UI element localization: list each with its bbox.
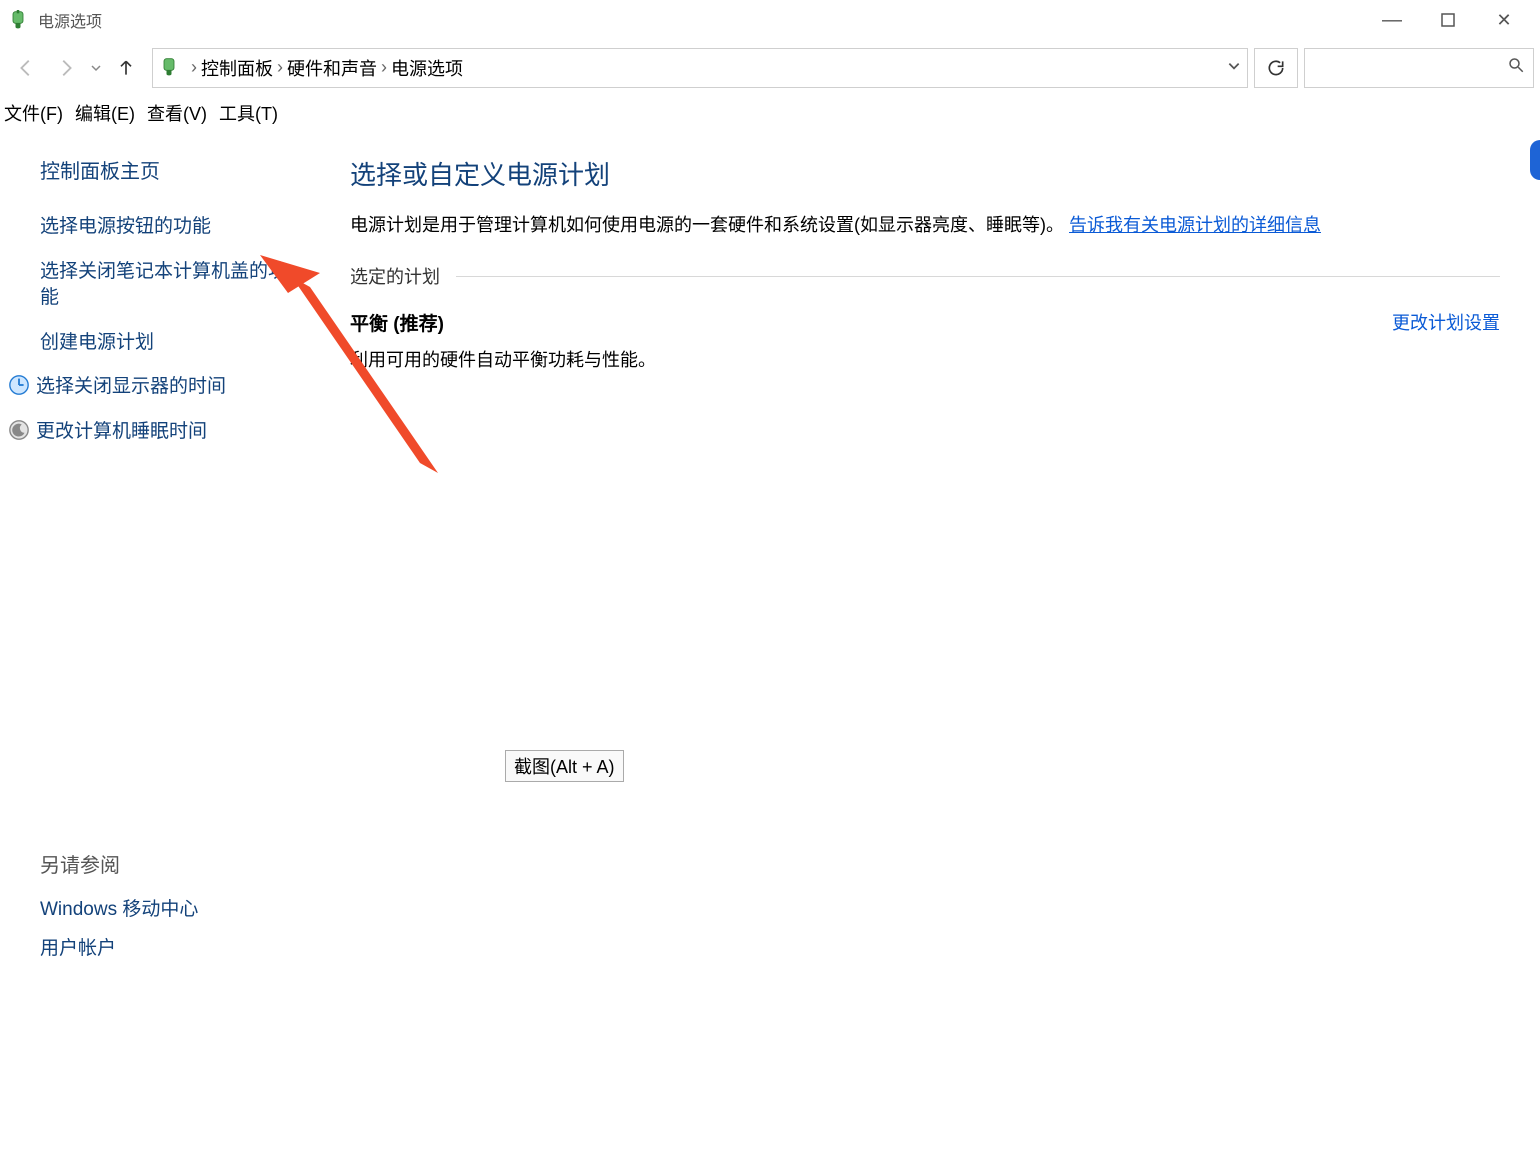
breadcrumb-item[interactable]: 硬件和声音 bbox=[287, 55, 377, 81]
breadcrumb-item[interactable]: 电源选项 bbox=[391, 55, 463, 81]
change-plan-settings-link[interactable]: 更改计划设置 bbox=[1392, 309, 1500, 336]
divider bbox=[456, 276, 1500, 277]
forward-button[interactable] bbox=[46, 48, 86, 88]
section-header: 选定的计划 bbox=[350, 263, 1500, 289]
search-icon bbox=[1507, 56, 1525, 79]
see-also-link-mobility[interactable]: Windows 移动中心 bbox=[40, 894, 198, 921]
page-heading: 选择或自定义电源计划 bbox=[350, 155, 1500, 192]
menu-bar: 文件(F) 编辑(E) 查看(V) 工具(T) bbox=[0, 95, 1540, 131]
desc-text: 电源计划是用于管理计算机如何使用电源的一套硬件和系统设置(如显示器亮度、睡眠等)… bbox=[350, 215, 1064, 235]
minimize-button[interactable]: — bbox=[1364, 0, 1420, 40]
back-button[interactable] bbox=[6, 48, 46, 88]
menu-file[interactable]: 文件(F) bbox=[4, 100, 63, 126]
up-button[interactable] bbox=[106, 48, 146, 88]
window-title: 电源选项 bbox=[38, 8, 102, 32]
section-label: 选定的计划 bbox=[350, 263, 440, 289]
sidebar-link-power-button[interactable]: 选择电源按钮的功能 bbox=[40, 214, 300, 241]
sidebar-link-sleep[interactable]: 更改计算机睡眠时间 bbox=[36, 419, 207, 446]
menu-tools[interactable]: 工具(T) bbox=[219, 100, 278, 126]
see-also-link-accounts[interactable]: 用户帐户 bbox=[40, 933, 198, 960]
desc-link[interactable]: 告诉我有关电源计划的详细信息 bbox=[1069, 215, 1321, 235]
page-description: 电源计划是用于管理计算机如何使用电源的一套硬件和系统设置(如显示器亮度、睡眠等)… bbox=[350, 212, 1500, 239]
title-bar: 电源选项 — ✕ bbox=[0, 0, 1540, 40]
plan-title: 平衡 (推荐) bbox=[350, 309, 444, 336]
chevron-right-icon[interactable]: › bbox=[191, 57, 197, 78]
content-area: 控制面板主页 选择电源按钮的功能 选择关闭笔记本计算机盖的功能 创建电源计划 选… bbox=[0, 135, 1540, 1172]
sidebar-link-create-plan[interactable]: 创建电源计划 bbox=[40, 330, 300, 357]
control-panel-home-link[interactable]: 控制面板主页 bbox=[40, 155, 300, 184]
breadcrumb-item[interactable]: 控制面板 bbox=[201, 55, 273, 81]
history-dropdown[interactable] bbox=[86, 48, 106, 88]
screenshot-tooltip: 截图(Alt + A) bbox=[505, 750, 624, 782]
plan-description: 利用可用的硬件自动平衡功耗与性能。 bbox=[350, 346, 1500, 372]
search-input[interactable] bbox=[1304, 48, 1534, 88]
see-also-section: 另请参阅 Windows 移动中心 用户帐户 bbox=[40, 849, 198, 972]
sidebar-link-display-off[interactable]: 选择关闭显示器的时间 bbox=[36, 374, 226, 401]
toolbar: › 控制面板 › 硬件和声音 › 电源选项 bbox=[0, 40, 1540, 95]
chevron-right-icon[interactable]: › bbox=[277, 57, 283, 78]
chevron-right-icon[interactable]: › bbox=[381, 57, 387, 78]
maximize-button[interactable] bbox=[1420, 0, 1476, 40]
refresh-button[interactable] bbox=[1254, 48, 1298, 88]
address-dropdown[interactable] bbox=[1227, 57, 1241, 78]
menu-edit[interactable]: 编辑(E) bbox=[75, 100, 135, 126]
see-also-title: 另请参阅 bbox=[40, 849, 198, 878]
sidebar: 控制面板主页 选择电源按钮的功能 选择关闭笔记本计算机盖的功能 创建电源计划 选… bbox=[0, 135, 310, 466]
display-off-icon bbox=[8, 374, 36, 401]
breadcrumb-icon bbox=[159, 57, 181, 79]
close-button[interactable]: ✕ bbox=[1476, 0, 1532, 40]
sidebar-link-lid-close[interactable]: 选择关闭笔记本计算机盖的功能 bbox=[40, 259, 300, 312]
main-panel: 选择或自定义电源计划 电源计划是用于管理计算机如何使用电源的一套硬件和系统设置(… bbox=[350, 155, 1500, 372]
menu-view[interactable]: 查看(V) bbox=[147, 100, 207, 126]
address-bar[interactable]: › 控制面板 › 硬件和声音 › 电源选项 bbox=[152, 48, 1248, 88]
sleep-icon bbox=[8, 419, 36, 446]
help-bubble-icon[interactable] bbox=[1530, 140, 1540, 180]
app-icon bbox=[8, 10, 28, 30]
